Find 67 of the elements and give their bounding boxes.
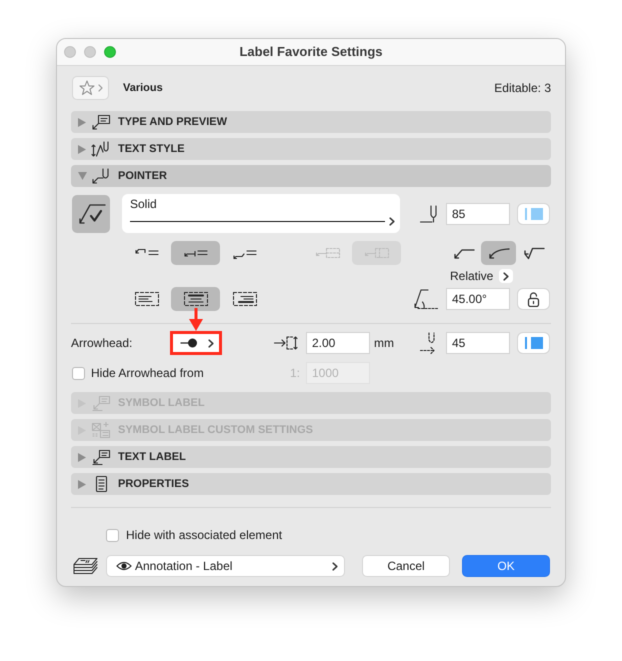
chevron-icon — [503, 272, 510, 280]
triangle-down-icon — [78, 172, 87, 180]
triangle-right-icon — [78, 118, 86, 126]
section-header[interactable]: POINTER — [71, 165, 551, 187]
chevron-icon — [98, 84, 102, 92]
checkbox[interactable] — [106, 528, 119, 542]
layer-dropdown[interactable]: Annotation - Label — [106, 555, 345, 577]
settings-grid-icon — [91, 422, 111, 438]
editable-count: Editable: 3 — [494, 80, 551, 97]
window-zoom-icon — [104, 46, 116, 58]
dot-arrowhead-icon — [180, 338, 198, 348]
section-header[interactable]: PROPERTIES — [71, 473, 551, 495]
angle-mode-button[interactable] — [499, 269, 514, 283]
label-leader-icon — [91, 114, 111, 130]
line-shape-button[interactable] — [481, 241, 516, 265]
leader-pen-icon — [91, 168, 111, 184]
ok-button[interactable]: OK — [462, 555, 550, 577]
label-leader-icon — [91, 449, 111, 465]
triangle-right-icon — [78, 480, 86, 488]
leader-frame-icon — [314, 246, 340, 260]
layers-icon — [73, 556, 98, 576]
unit-label: mm — [374, 335, 395, 352]
bent-leader-icon — [522, 246, 544, 260]
curved-leader-icon — [488, 246, 510, 260]
size-arrows-icon — [274, 334, 300, 352]
triangle-right-icon — [78, 144, 86, 154]
chevron-icon — [332, 562, 338, 570]
chevron-icon — [208, 338, 214, 348]
line-type-selector[interactable]: Solid — [122, 194, 400, 233]
eye-icon — [116, 561, 132, 571]
align-right-icon — [232, 292, 256, 306]
label-leader-icon — [91, 395, 111, 411]
section-header[interactable]: TEXT STYLE — [71, 138, 551, 160]
checkbox-label: Hide with associated element — [126, 527, 282, 544]
color-swatch-icon — [524, 208, 542, 220]
favorite-name: Various — [123, 80, 163, 96]
pointer-style-button[interactable] — [171, 241, 220, 265]
padlock-icon — [527, 292, 540, 306]
favorites-button[interactable] — [72, 76, 109, 100]
pen-color-button[interactable] — [517, 202, 550, 224]
window-title: Label Favorite Settings — [239, 43, 383, 62]
pointer-preset-button[interactable] — [72, 194, 110, 232]
arrowhead-label: Arrowhead: — [71, 335, 134, 352]
triangle-right-icon — [78, 452, 86, 462]
checkbox-label: Hide Arrowhead from — [91, 365, 204, 382]
angle-icon — [412, 288, 440, 310]
lock-button[interactable] — [517, 288, 550, 310]
pen-color-button[interactable] — [517, 332, 550, 354]
section-header[interactable]: TEXT LABEL — [71, 446, 551, 468]
checkbox[interactable] — [72, 366, 85, 380]
star-icon — [78, 80, 94, 96]
cancel-button[interactable]: Cancel — [362, 555, 450, 577]
angle-mode-label: Relative — [450, 269, 494, 283]
pen-field[interactable]: 45 — [446, 332, 510, 354]
align-center-icon — [184, 292, 208, 306]
chevron-icon — [389, 217, 395, 226]
size-field[interactable]: 2.00 — [306, 332, 370, 354]
alignment-button[interactable] — [171, 287, 220, 311]
leader-frame-icon — [364, 246, 390, 260]
text-size-icon — [91, 141, 111, 157]
section-header[interactable]: TYPE AND PREVIEW — [71, 111, 551, 133]
window-close-icon — [64, 46, 76, 58]
angle-field[interactable]: 45.00° — [446, 288, 510, 310]
color-swatch-icon — [524, 337, 542, 349]
window-minimize-icon — [84, 46, 96, 58]
pen-field[interactable]: 85 — [446, 202, 510, 224]
align-left-icon — [134, 292, 158, 306]
